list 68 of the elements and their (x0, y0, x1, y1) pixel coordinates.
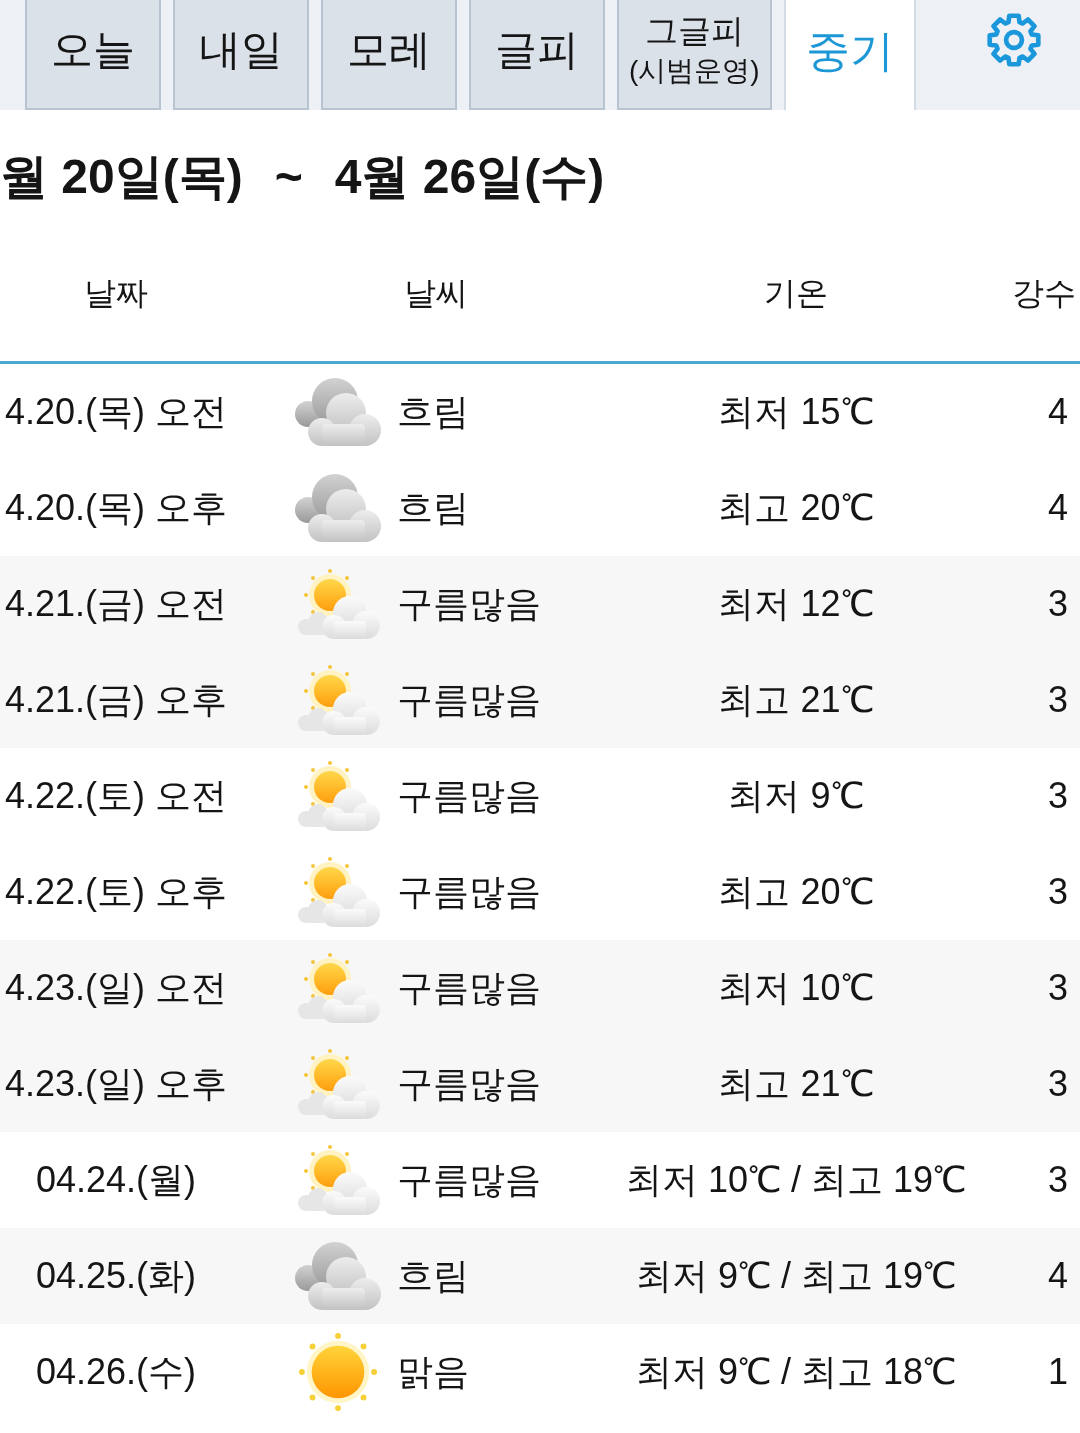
cloud-icon (295, 474, 381, 542)
temperature-range: 최저 12℃ (718, 582, 874, 626)
date-text: 04.24.(월) (35, 1158, 197, 1202)
weather-condition: 구름많음 (397, 966, 541, 1010)
date-text: 4.23.(일) 오후 (4, 1062, 227, 1106)
precipitation-value: 3 (1048, 582, 1069, 626)
range-end-date: 4월 26일(수) (334, 149, 605, 205)
date-text: 4.21.(금) 오전 (4, 582, 227, 626)
precipitation-value: 4 (1048, 1254, 1069, 1298)
sun-behind-cloud-icon (296, 1144, 380, 1216)
date-text: 04.25.(화) (35, 1254, 197, 1298)
date-text: 4.22.(토) 오후 (4, 870, 227, 914)
weather-condition: 구름많음 (397, 678, 541, 722)
column-header: 기온 (764, 274, 828, 313)
temperature-range: 최저 10℃ (718, 966, 874, 1010)
precipitation-value: 4 (1048, 390, 1069, 434)
weather-condition: 흐림 (397, 1254, 469, 1298)
tab[interactable]: 오늘 (25, 0, 161, 110)
weather-condition: 구름많음 (397, 1158, 541, 1202)
weather-condition: 구름많음 (397, 582, 541, 626)
weather-condition: 흐림 (397, 486, 469, 530)
temperature-range: 최고 21℃ (718, 678, 874, 722)
weather-condition: 맑음 (397, 1350, 469, 1394)
tab[interactable]: 글피 (469, 0, 605, 110)
column-header: 날씨 (404, 274, 468, 313)
date-text: 4.22.(토) 오전 (4, 774, 227, 818)
precipitation-value: 3 (1048, 1158, 1069, 1202)
sun-behind-cloud-icon (296, 952, 380, 1024)
precipitation-value: 3 (1048, 870, 1069, 914)
precipitation-value: 3 (1048, 966, 1069, 1010)
settings-icon[interactable] (986, 12, 1042, 68)
tab[interactable]: 그글피 (시범운영) (617, 0, 772, 110)
temperature-range: 최저 9℃ / 최고 19℃ (635, 1254, 957, 1298)
date-text: 4.20.(목) 오전 (4, 390, 227, 434)
sun-behind-cloud-icon (296, 568, 380, 640)
tab[interactable]: 내일 (173, 0, 309, 110)
temperature-range: 최고 20℃ (718, 870, 874, 914)
sun-icon (299, 1333, 377, 1411)
temperature-range: 최저 9℃ (728, 774, 864, 818)
range-start-date: 월 20일(목) (0, 149, 243, 205)
date-text: 4.20.(목) 오후 (4, 486, 227, 530)
date-text: 4.23.(일) 오전 (4, 966, 227, 1010)
date-text: 04.26.(수) (35, 1350, 197, 1394)
weather-condition: 구름많음 (397, 870, 541, 914)
weather-condition: 구름많음 (397, 1062, 541, 1106)
precipitation-value: 3 (1048, 1062, 1069, 1106)
date-text: 4.21.(금) 오후 (4, 678, 227, 722)
sun-behind-cloud-icon (296, 664, 380, 736)
weather-condition: 흐림 (397, 390, 469, 434)
temperature-range: 최저 9℃ / 최고 18℃ (635, 1350, 957, 1394)
sun-behind-cloud-icon (296, 760, 380, 832)
weather-condition: 구름많음 (397, 774, 541, 818)
cloud-icon (295, 378, 381, 446)
sun-behind-cloud-icon (296, 1048, 380, 1120)
temperature-range: 최저 10℃ / 최고 19℃ (625, 1158, 967, 1202)
temperature-range: 최고 20℃ (718, 486, 874, 530)
precipitation-value: 1 (1048, 1350, 1069, 1394)
precipitation-value: 4 (1048, 486, 1069, 530)
temperature-range: 최저 15℃ (718, 390, 874, 434)
cloud-icon (295, 1242, 381, 1310)
precipitation-value: 3 (1048, 678, 1069, 722)
temperature-range: 최고 21℃ (718, 1062, 874, 1106)
precipitation-value: 3 (1048, 774, 1069, 818)
tab[interactable]: 모레 (321, 0, 457, 110)
sun-behind-cloud-icon (296, 856, 380, 928)
column-header: 날짜 (84, 274, 148, 313)
column-header: 강수 (1012, 274, 1076, 313)
range-separator: ~ (274, 149, 303, 205)
